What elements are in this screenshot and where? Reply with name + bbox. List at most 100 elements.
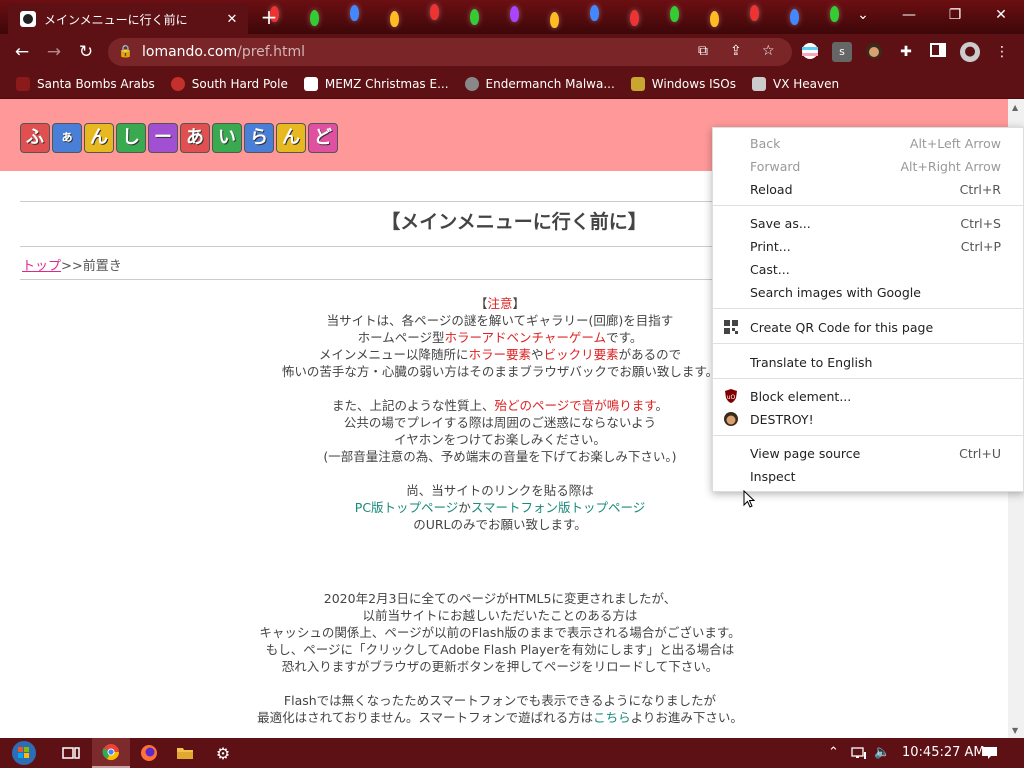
restore-button[interactable]: ❐ xyxy=(932,0,978,30)
lock-icon[interactable]: 🔒 xyxy=(118,44,133,58)
share-icon[interactable]: ⇪ xyxy=(730,43,742,59)
network-icon[interactable] xyxy=(851,738,867,768)
new-tab-button[interactable]: + xyxy=(258,6,280,28)
menu-separator xyxy=(713,435,1023,436)
reload-button[interactable]: ↻ xyxy=(74,40,98,64)
menu-item-block-element[interactable]: uO Block element... xyxy=(713,385,1023,407)
text-line: Flashでは無くなったためスマートフォンでも表示できるようになりましたが xyxy=(283,693,717,708)
text-line: 恐れ入りますがブラウザの更新ボタンを押してページをリロードして下さい。 xyxy=(281,659,719,674)
menu-separator xyxy=(713,378,1023,379)
text-line: キャッシュの関係上、ページが以前のFlash版のままで表示される場合がございます… xyxy=(259,625,741,640)
menu-item-save-as[interactable]: Save as... Ctrl+S xyxy=(713,212,1023,234)
start-orb-icon[interactable] xyxy=(0,738,48,768)
extension-flag-icon[interactable] xyxy=(800,42,820,62)
menu-item-cast[interactable]: Cast... xyxy=(713,258,1023,280)
menu-item-back[interactable]: Back Alt+Left Arrow xyxy=(713,132,1023,154)
logo-tile: ー xyxy=(148,123,178,153)
tray-overflow-icon[interactable]: ⌃ xyxy=(828,738,839,768)
windows-isos-icon xyxy=(630,77,645,91)
menu-item-search-images[interactable]: Search images with Google xyxy=(713,281,1023,303)
destroy-face-icon xyxy=(723,411,739,427)
task-view-icon[interactable] xyxy=(52,738,90,768)
smartphone-top-link[interactable]: スマートフォン版トップページ xyxy=(471,500,645,515)
mouse-cursor-icon xyxy=(743,490,755,508)
browser-tab-active[interactable]: メインメニューに行く前に ✕ xyxy=(8,4,248,34)
menu-item-forward[interactable]: Forward Alt+Right Arrow xyxy=(713,155,1023,177)
extension-avatar-icon[interactable] xyxy=(864,42,884,62)
tab-search-chevron-icon[interactable]: ⌄ xyxy=(840,0,886,30)
menu-item-print[interactable]: Print... Ctrl+P xyxy=(713,235,1023,257)
tab-title: メインメニューに行く前に xyxy=(44,12,188,27)
extension-s-icon[interactable]: s xyxy=(832,42,852,62)
bookmark-star-icon[interactable]: ☆ xyxy=(762,43,775,59)
volume-icon[interactable]: 🔈 xyxy=(874,738,890,768)
breadcrumb: トップ>>前置き xyxy=(22,255,122,274)
file-explorer-icon[interactable] xyxy=(166,738,204,768)
pc-top-link[interactable]: PC版トップページ xyxy=(355,500,459,515)
bookmark-item[interactable]: Santa Bombs Arabs xyxy=(16,77,155,91)
logo-tile: ん xyxy=(276,123,306,153)
breadcrumb-current: >>前置き xyxy=(61,259,122,274)
clock[interactable]: 10:45:27 AM xyxy=(902,738,985,768)
bomb-icon xyxy=(16,77,30,91)
bookmark-item[interactable]: Windows ISOs xyxy=(630,77,736,91)
firefox-icon[interactable] xyxy=(130,738,168,768)
sidepanel-icon[interactable] xyxy=(928,42,948,62)
menu-item-translate[interactable]: Translate to English xyxy=(713,351,1023,373)
title-bar: メインメニューに行く前に ✕ + ⌄ — ❐ ✕ xyxy=(0,0,1024,34)
logo-tile: ふ xyxy=(20,123,50,153)
chrome-icon[interactable] xyxy=(92,738,130,768)
profile-icon[interactable]: ● xyxy=(960,42,980,62)
scroll-up-icon[interactable]: ▲ xyxy=(1012,103,1018,112)
memz-icon xyxy=(303,77,318,91)
menu-separator xyxy=(713,205,1023,206)
bookmark-item[interactable]: Endermanch Malwa... xyxy=(464,77,615,91)
logo-tile: し xyxy=(116,123,146,153)
logo-tile: あ xyxy=(180,123,210,153)
menu-item-inspect[interactable]: Inspect xyxy=(713,465,1023,487)
logo-tile: ど xyxy=(308,123,338,153)
text-line: 2020年2月3日に全てのページがHTML5に変更されましたが、 xyxy=(323,591,677,606)
translate-icon[interactable]: ⧉ xyxy=(698,43,708,59)
browser-toolbar: ← → ↻ 🔒 lomando.com/pref.html ⧉ ⇪ ☆ s ✚ … xyxy=(0,34,1024,70)
text-line: PC版トップページかスマートフォン版トップページ xyxy=(354,500,646,515)
minimize-button[interactable]: — xyxy=(886,0,932,30)
menu-item-destroy[interactable]: DESTROY! xyxy=(713,408,1023,430)
context-menu: Back Alt+Left Arrow Forward Alt+Right Arro… xyxy=(712,127,1024,492)
menu-separator xyxy=(713,343,1023,344)
text-line: 以前当サイトにお越しいただいたことのある方は xyxy=(362,608,638,623)
logo-tile: ぁ xyxy=(52,123,82,153)
close-window-button[interactable]: ✕ xyxy=(978,0,1024,30)
christmas-lights-theme xyxy=(250,0,850,34)
logo-tile: い xyxy=(212,123,242,153)
extensions-puzzle-icon[interactable]: ✚ xyxy=(896,42,916,62)
menu-item-qr-code[interactable]: Create QR Code for this page xyxy=(713,316,1023,338)
site-logo[interactable]: ふ ぁ ん し ー あ い ら ん ど xyxy=(20,123,340,153)
menu-item-reload[interactable]: Reload Ctrl+R xyxy=(713,178,1023,200)
scroll-down-icon[interactable]: ▼ xyxy=(1012,726,1018,735)
svg-text:uO: uO xyxy=(727,394,736,401)
menu-item-view-source[interactable]: View page source Ctrl+U xyxy=(713,442,1023,464)
text-line: もし、ページに「クリックしてAdobe Flash Playerを有効にします」… xyxy=(265,642,735,657)
breadcrumb-top-link[interactable]: トップ xyxy=(22,259,61,274)
bookmark-item[interactable]: VX Heaven xyxy=(752,77,839,91)
smartphone-link[interactable]: こちら xyxy=(593,710,631,725)
menu-kebab-icon[interactable]: ⋮ xyxy=(992,42,1012,62)
text-line: のURLのみでお願い致します。 xyxy=(413,517,587,532)
menu-separator xyxy=(713,308,1023,309)
site-favicon-icon xyxy=(20,11,36,27)
address-bar[interactable]: 🔒 lomando.com/pref.html ⧉ ⇪ ☆ xyxy=(108,38,792,66)
bookmark-item[interactable]: MEMZ Christmas E... xyxy=(303,77,449,91)
logo-tile: ん xyxy=(84,123,114,153)
notifications-icon[interactable] xyxy=(982,738,998,768)
forward-button[interactable]: → xyxy=(42,40,66,64)
back-button[interactable]: ← xyxy=(10,40,34,64)
settings-gear-icon[interactable]: ⚙ xyxy=(204,738,242,768)
url-text: lomando.com/pref.html xyxy=(142,44,306,60)
endermanch-icon xyxy=(464,77,479,91)
windows-taskbar: ⚙ ⌃ 🔈 10:45:27 AM xyxy=(0,738,1024,768)
tab-close-icon[interactable]: ✕ xyxy=(222,12,242,27)
bookmark-item[interactable]: South Hard Pole xyxy=(170,77,288,91)
qr-code-icon xyxy=(723,319,739,335)
ublock-shield-icon: uO xyxy=(723,388,739,404)
